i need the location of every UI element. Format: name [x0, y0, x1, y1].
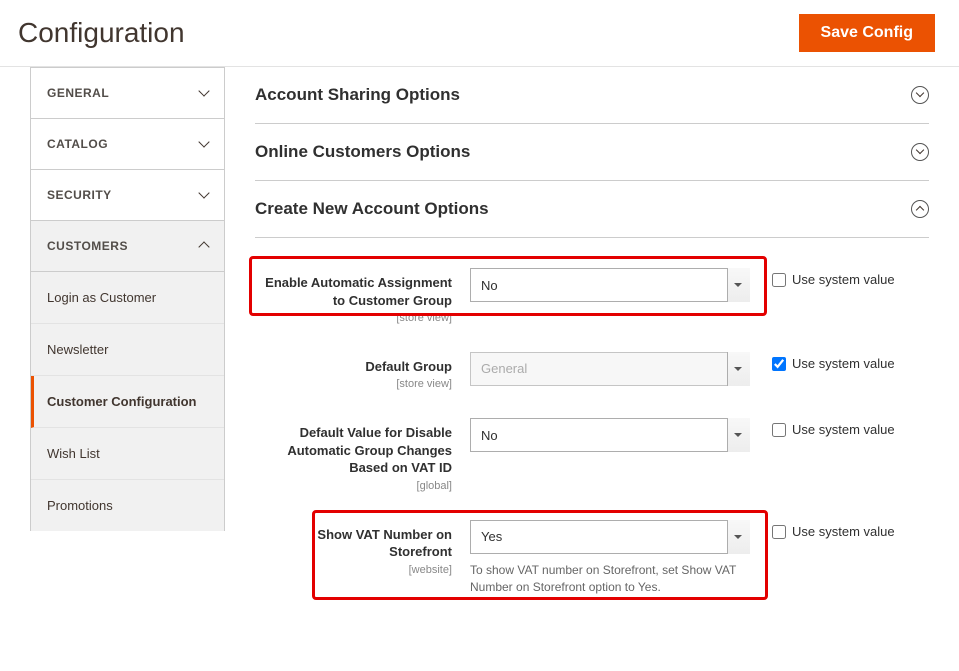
section-title: Create New Account Options [255, 199, 489, 219]
use-system-value-toggle[interactable]: Use system value [772, 272, 929, 289]
nav-group-label: SECURITY [47, 188, 112, 202]
use-system-value-checkbox[interactable] [772, 423, 786, 437]
nav-sub-customers: Login as Customer Newsletter Customer Co… [30, 272, 225, 531]
page-title: Configuration [18, 17, 185, 49]
show-vat-number-select[interactable]: Yes [470, 520, 750, 554]
field-control: Yes To show VAT number on Storefront, se… [470, 520, 750, 596]
use-system-value-label: Use system value [792, 356, 895, 373]
chevron-down-icon [198, 85, 209, 96]
field-label: Default Value for Disable Automatic Grou… [255, 418, 470, 493]
content-area: Account Sharing Options Online Customers… [225, 67, 959, 671]
use-system-value-checkbox[interactable] [772, 273, 786, 287]
nav-item-wish-list[interactable]: Wish List [31, 428, 224, 480]
expand-icon [911, 86, 929, 104]
use-system-value-toggle[interactable]: Use system value [772, 524, 929, 541]
use-system-value-label: Use system value [792, 524, 895, 541]
nav-group-general[interactable]: GENERAL [30, 67, 225, 119]
chevron-down-icon [198, 136, 209, 147]
nav-group-label: GENERAL [47, 86, 109, 100]
nav-group-security[interactable]: SECURITY [30, 170, 225, 221]
nav-group-label: CATALOG [47, 137, 108, 151]
section-title: Account Sharing Options [255, 85, 460, 105]
field-show-vat-number: Show VAT Number on Storefront [website] … [255, 520, 929, 596]
chevron-up-icon [198, 241, 209, 252]
field-default-group: Default Group [store view] General Use s… [255, 352, 929, 392]
field-control: No [470, 268, 750, 302]
field-scope: [global] [255, 479, 452, 494]
use-system-value-checkbox[interactable] [772, 357, 786, 371]
nav-group-customers[interactable]: CUSTOMERS [30, 221, 225, 272]
nav-item-promotions[interactable]: Promotions [31, 480, 224, 531]
enable-automatic-assignment-select[interactable]: No [470, 268, 750, 302]
field-label-text: Default Group [365, 359, 452, 374]
field-label: Show VAT Number on Storefront [website] [255, 520, 470, 578]
field-label: Enable Automatic Assignment to Customer … [255, 268, 470, 326]
section-create-new-account[interactable]: Create New Account Options [255, 181, 929, 238]
field-enable-automatic-assignment: Enable Automatic Assignment to Customer … [255, 268, 929, 326]
field-label-text: Default Value for Disable Automatic Grou… [287, 425, 452, 475]
nav-group-catalog[interactable]: CATALOG [30, 119, 225, 170]
field-label: Default Group [store view] [255, 352, 470, 392]
default-disable-auto-group-select[interactable]: No [470, 418, 750, 452]
use-system-value-checkbox[interactable] [772, 525, 786, 539]
use-system-value-label: Use system value [792, 422, 895, 439]
field-note: To show VAT number on Storefront, set Sh… [470, 562, 750, 596]
collapse-icon [911, 200, 929, 218]
field-control: No [470, 418, 750, 452]
chevron-down-icon [198, 187, 209, 198]
use-system-value-toggle[interactable]: Use system value [772, 356, 929, 373]
field-label-text: Show VAT Number on Storefront [317, 527, 452, 560]
sidebar: GENERAL CATALOG SECURITY CUSTOMERS Login… [0, 67, 225, 671]
nav-item-login-as-customer[interactable]: Login as Customer [31, 272, 224, 324]
field-scope: [website] [255, 563, 452, 578]
use-system-value-label: Use system value [792, 272, 895, 289]
field-default-disable-auto-group-vat: Default Value for Disable Automatic Grou… [255, 418, 929, 493]
section-online-customers[interactable]: Online Customers Options [255, 124, 929, 181]
expand-icon [911, 143, 929, 161]
save-config-button[interactable]: Save Config [799, 14, 935, 52]
nav-item-customer-configuration[interactable]: Customer Configuration [31, 376, 224, 428]
section-body-create-new-account: Enable Automatic Assignment to Customer … [255, 238, 929, 641]
section-account-sharing[interactable]: Account Sharing Options [255, 81, 929, 124]
field-scope: [store view] [255, 311, 452, 326]
nav-item-newsletter[interactable]: Newsletter [31, 324, 224, 376]
field-scope: [store view] [255, 377, 452, 392]
field-control: General [470, 352, 750, 386]
nav-group-label: CUSTOMERS [47, 239, 128, 253]
use-system-value-toggle[interactable]: Use system value [772, 422, 929, 439]
section-title: Online Customers Options [255, 142, 470, 162]
field-label-text: Enable Automatic Assignment to Customer … [265, 275, 452, 308]
default-group-select: General [470, 352, 750, 386]
